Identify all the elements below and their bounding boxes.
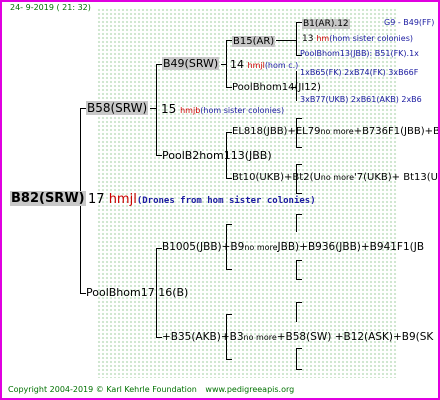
b65-line: 1xB65(FK) 2xB74(FK) 3xB66F [300,68,419,77]
tick-11 [226,359,232,360]
b35-pre: +B35(AKB)+B3 [162,331,244,343]
footer: Copyright 2004-2019 © Karl Kehrle Founda… [8,385,294,394]
bt10-pre: Bt10(UKB)+Bt2(U [232,172,321,183]
tick-2 [296,147,302,148]
sire-sire-number: 14 [230,58,244,71]
poolb2hom-node[interactable]: PoolB2hom113(JBB) [162,149,272,163]
sire-number: 15 [161,102,177,116]
bracket-13 [296,348,297,370]
root-name: hmjl [108,192,137,207]
footer-url[interactable]: www.pedigreeapis.org [205,385,294,394]
tick-9 [296,279,302,280]
b35-no-more: no more [243,333,277,342]
sire-sire-note: (hom c.) [264,61,299,70]
bt10-no-more: no more [320,173,355,182]
bracket-7 [296,214,297,232]
sss-out [276,40,297,41]
tick-5 [226,224,232,225]
dam-num: 16 [158,286,173,299]
sire-bracket [156,64,157,156]
el818-pre: EL818(JBB)+EL79 [232,126,321,137]
root-mating: 17 hmjl(Drones from hom sister colonies) [88,192,316,207]
b35-node[interactable]: +B35(AKB)+B3no more+B58(SW) +B12(ASK)+B9… [162,331,433,343]
sire-sire-id: B49(SRW) [162,57,220,70]
poolbhom13-node[interactable]: PoolBhom13(JBB): B51(FK).1x [300,49,419,58]
sire-id: B58(SRW) [86,101,149,115]
dam-suffix: (B) [172,286,189,299]
b1005-no-more: no more [244,243,278,252]
ss-out [221,64,227,65]
tick-7 [296,214,302,215]
sire-sire-sire-node[interactable]: B15(AR) [232,34,276,49]
bracket-12 [296,302,297,322]
sire-sire-name: hmjl [247,61,265,70]
report-date: 24- 9-2019 ( 21: 32) [10,3,91,12]
b1005-pre: B1005(JBB)+B9 [162,241,245,253]
hom13-mating: 13 hm(hom sister colonies) [302,34,413,44]
root-note: (Drones from hom sister colonies) [136,196,316,206]
sss-bracket [296,22,297,56]
dam-node[interactable]: PoolBhom17 16(B) [86,286,188,300]
tick-8 [296,260,302,261]
sire-sire-sire-id: B15(AR) [232,36,276,47]
b35-post: +B58(SW) +B12(ASK)+B9(SK [276,331,434,343]
poolbhom14-node[interactable]: PoolBhom14(JI12) [232,81,321,95]
tick-14 [296,369,302,370]
hom13-number: 13 [302,34,314,44]
sire-note: (hom sister colonies) [200,106,285,115]
bt10-node[interactable]: Bt10(UKB)+Bt2(Uno more'7(UKB)+ Bt13(UKE [232,172,438,183]
tick-3 [296,164,302,165]
root-number: 17 [88,192,105,207]
root-id: B82(SRW) [10,191,86,206]
ssss-extra: G9 - B49(FF) [384,18,435,27]
hom13-note: (hom sister colonies) [329,34,413,43]
b1005-node[interactable]: B1005(JBB)+B9no moreJBB)+B936(JBB)+B941F… [162,241,424,253]
sire-sire-node[interactable]: B49(SRW) [162,57,220,71]
b1005-post: JBB)+B936(JBB)+B941F1(JB [277,241,425,253]
ssss-node[interactable]: B1(AR).12 [302,16,350,31]
bracket-8 [296,260,297,280]
pedigree-frame: 24- 9-2019 ( 21: 32) B82(SRW) 17 hmjl(Dr… [0,0,440,400]
hom13-name: hm [316,34,330,43]
ssss-id: B1(AR).12 [302,19,350,29]
el818-no-more: no more [320,127,354,136]
sire-sire-mating: 14 hmjl(hom c.) [230,58,298,71]
el818-node[interactable]: EL818(JBB)+EL79no more+B736F1(JBB)+B7 [232,126,440,137]
sire-node[interactable]: B58(SRW) [86,101,149,116]
tick-12 [296,302,302,303]
tick-1 [296,118,302,119]
b77-line: 3xB77(UKB) 2xB61(AKB) 2xB6 [300,95,422,104]
sire-name: hmjb [180,106,201,115]
footer-copyright: Copyright 2004-2019 © Karl Kehrle Founda… [8,385,197,394]
root-node[interactable]: B82(SRW) [10,191,86,206]
sire-out [150,108,157,109]
tick-10 [226,314,232,315]
bt10-post: '7(UKB)+ Bt13(UKE [354,172,438,183]
dam-id: PoolBhom17 [86,286,155,299]
tick-13 [296,348,302,349]
tick-6 [226,269,232,270]
sire-mating: 15 hmjb(hom sister colonies) [161,102,284,116]
el818-post: +B736F1(JBB)+B7 [353,126,440,137]
